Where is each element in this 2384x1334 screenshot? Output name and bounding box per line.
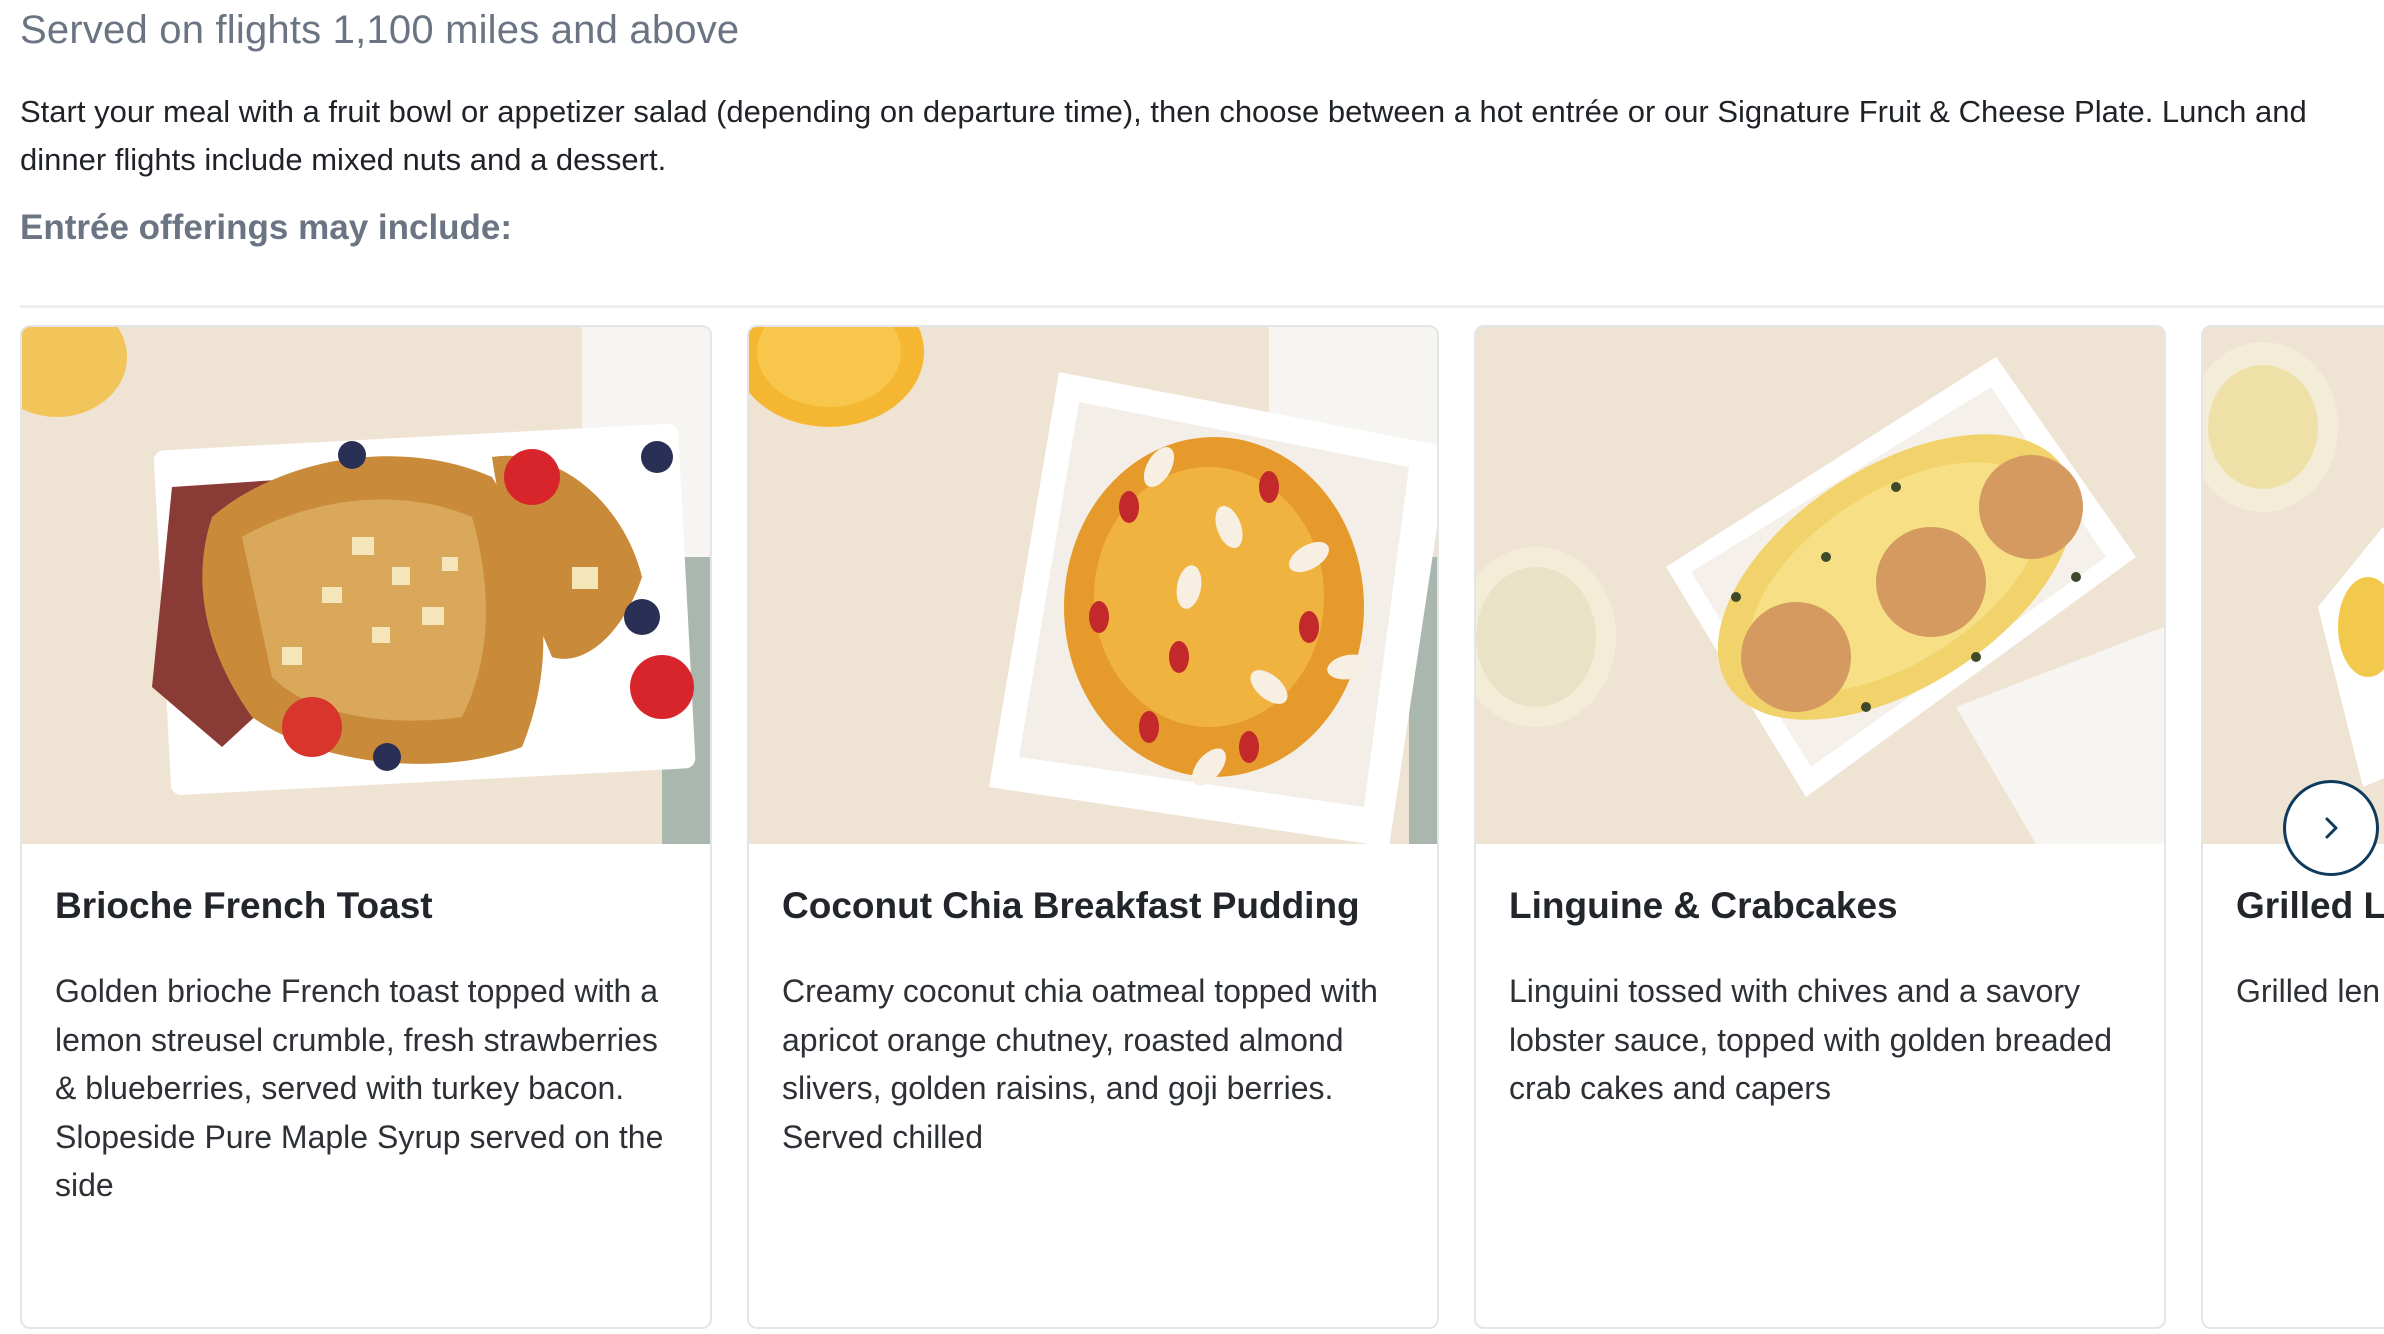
carousel-next-button[interactable] — [2283, 780, 2379, 876]
entree-card[interactable]: Coconut Chia Breakfast Pudding Creamy co… — [747, 325, 1439, 1329]
card-title: Linguine & Crabcakes — [1509, 885, 1898, 926]
entree-card[interactable]: Brioche French Toast Golden brioche Fren… — [20, 325, 712, 1329]
card-description: Linguini tossed with chives and a savory… — [1509, 973, 2113, 1106]
card-description: Golden brioche French toast topped with … — [55, 973, 664, 1203]
french-toast-image — [22, 327, 710, 844]
linguine-image — [1476, 327, 2164, 844]
entree-card[interactable]: Linguine & Crabcakes Linguini tossed wit… — [1474, 325, 2166, 1329]
chevron-right-icon — [2316, 813, 2346, 843]
card-description: Creamy coconut chia oatmeal topped with … — [782, 973, 1378, 1155]
grilled-entree-image — [2203, 327, 2384, 844]
card-title: Grilled L — [2236, 885, 2384, 926]
offerings-label: Entrée offerings may include: — [20, 208, 513, 247]
section-subtitle: Served on flights 1,100 miles and above — [20, 8, 740, 52]
card-title: Brioche French Toast — [55, 885, 433, 926]
section-divider — [20, 305, 2384, 308]
intro-paragraph: Start your meal with a fruit bowl or app… — [20, 94, 2307, 177]
card-description: Grilled len served wi scented h lemongra… — [2236, 973, 2384, 1009]
chia-pudding-image — [749, 327, 1437, 844]
entree-carousel: Brioche French Toast Golden brioche Fren… — [0, 325, 2384, 1334]
card-title: Coconut Chia Breakfast Pudding — [782, 885, 1360, 926]
